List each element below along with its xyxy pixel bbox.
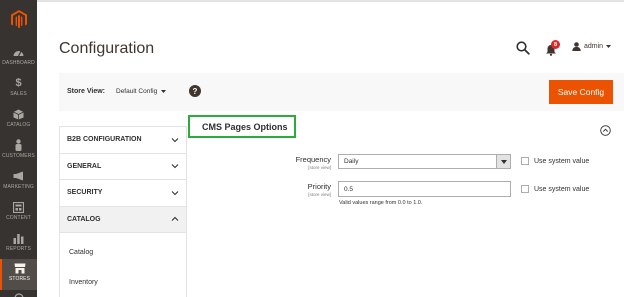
store-icon: [14, 262, 26, 274]
sidebar-item-label: CUSTOMERS: [2, 153, 35, 159]
sidebar-item-label: CATALOG: [6, 122, 31, 128]
frequency-label: Frequency [store view]: [201, 155, 331, 170]
save-config-button[interactable]: Save Config: [549, 80, 613, 104]
tab-label: CATALOG: [67, 215, 101, 223]
sidebar-item-marketing[interactable]: MARKETING: [0, 167, 37, 198]
sidebar-item-catalog[interactable]: CATALOG: [0, 105, 37, 136]
content-icon: [13, 201, 25, 213]
megaphone-icon: [13, 170, 25, 182]
frequency-use-system-value[interactable]: Use system value: [521, 157, 589, 165]
sidebar-item-more[interactable]: [0, 290, 37, 297]
magento-logo[interactable]: [0, 4, 37, 34]
sidebar-item-content[interactable]: CONTENT: [0, 198, 37, 229]
tab-label: SECURITY: [67, 189, 103, 197]
sidebar-item-label: REPORTS: [6, 246, 31, 252]
tab-b2b-configuration[interactable]: B2B CONFIGURATION: [60, 127, 186, 154]
notifications-count-badge: 8: [551, 40, 560, 49]
user-icon: [572, 42, 581, 51]
chevron-down-icon: [606, 45, 612, 48]
dollar-icon: $: [15, 77, 22, 89]
person-icon: [13, 139, 25, 151]
tab-catalog[interactable]: CATALOG: [60, 206, 186, 233]
admin-user-menu[interactable]: admin: [572, 42, 612, 51]
sidebar-item-stores[interactable]: STORES: [0, 259, 37, 290]
frequency-select[interactable]: Daily: [338, 154, 511, 169]
collapse-section-icon[interactable]: [600, 123, 611, 136]
sidebar-item-label: MARKETING: [3, 184, 34, 190]
priority-system-label: Use system value: [534, 185, 590, 193]
priority-input[interactable]: [338, 181, 511, 197]
chevron-up-icon: [171, 216, 179, 222]
tab-item-catalog[interactable]: Catalog: [60, 233, 186, 267]
search-icon[interactable]: [516, 41, 530, 55]
chevron-down-icon: [171, 190, 179, 196]
help-icon[interactable]: ?: [189, 85, 201, 97]
sidebar-item-dashboard[interactable]: DASHBOARD: [0, 43, 37, 74]
priority-note: Valid values range from 0.0 to 1.0.: [339, 200, 423, 206]
frequency-system-label: Use system value: [534, 157, 590, 165]
frequency-value: Daily: [344, 158, 359, 165]
magento-logo-icon: [10, 9, 27, 28]
caret-down-icon: [161, 90, 167, 93]
store-view-bar: Store View: Default Config ? Save Config: [59, 73, 624, 111]
store-view-label: Store View:: [67, 88, 105, 95]
sidebar-item-label: SALES: [10, 91, 27, 97]
sidebar-item-sales[interactable]: $ SALES: [0, 74, 37, 105]
dashboard-icon: [13, 46, 25, 58]
config-tabs: B2B CONFIGURATION GENERAL SECURITY CATAL…: [59, 126, 187, 297]
top-border: [0, 0, 624, 2]
sidebar-item-label: CONTENT: [6, 215, 31, 221]
tab-item-inventory[interactable]: Inventory: [60, 267, 186, 297]
section-title-cms-pages-options[interactable]: CMS Pages Options: [188, 115, 296, 138]
frequency-label-text: Frequency: [295, 155, 331, 164]
tab-label: GENERAL: [67, 162, 102, 170]
priority-use-system-value[interactable]: Use system value: [521, 185, 589, 193]
bar-chart-icon: [13, 232, 25, 244]
priority-system-checkbox[interactable]: [521, 185, 529, 193]
sidebar-item-label: DASHBOARD: [2, 60, 35, 66]
sidebar-item-customers[interactable]: CUSTOMERS: [0, 136, 37, 167]
priority-label-text: Priority: [307, 182, 331, 191]
frequency-system-checkbox[interactable]: [521, 157, 529, 165]
tab-general[interactable]: GENERAL: [60, 153, 186, 180]
chevron-down-icon: [171, 164, 179, 169]
store-view-value: Default Config: [116, 88, 158, 95]
sidebar-item-label: STORES: [8, 276, 31, 282]
select-arrow-icon: [496, 155, 510, 168]
priority-label: Priority [store view]: [201, 182, 331, 197]
page-title: Configuration: [59, 40, 155, 57]
tab-label: B2B CONFIGURATION: [67, 136, 142, 144]
chevron-down-icon: [171, 137, 179, 143]
admin-username: admin: [584, 43, 604, 50]
store-view-switcher[interactable]: Default Config: [116, 88, 167, 95]
priority-scope: [store view]: [308, 192, 331, 197]
sidebar-item-reports[interactable]: REPORTS: [0, 229, 37, 260]
admin-sidebar: DASHBOARD $ SALES CATALOG CUSTOMERS MARK…: [0, 0, 37, 297]
frequency-scope: [store view]: [308, 165, 331, 170]
box-icon: [13, 108, 25, 120]
more-icon: [13, 293, 25, 297]
tab-security[interactable]: SECURITY: [60, 180, 186, 207]
